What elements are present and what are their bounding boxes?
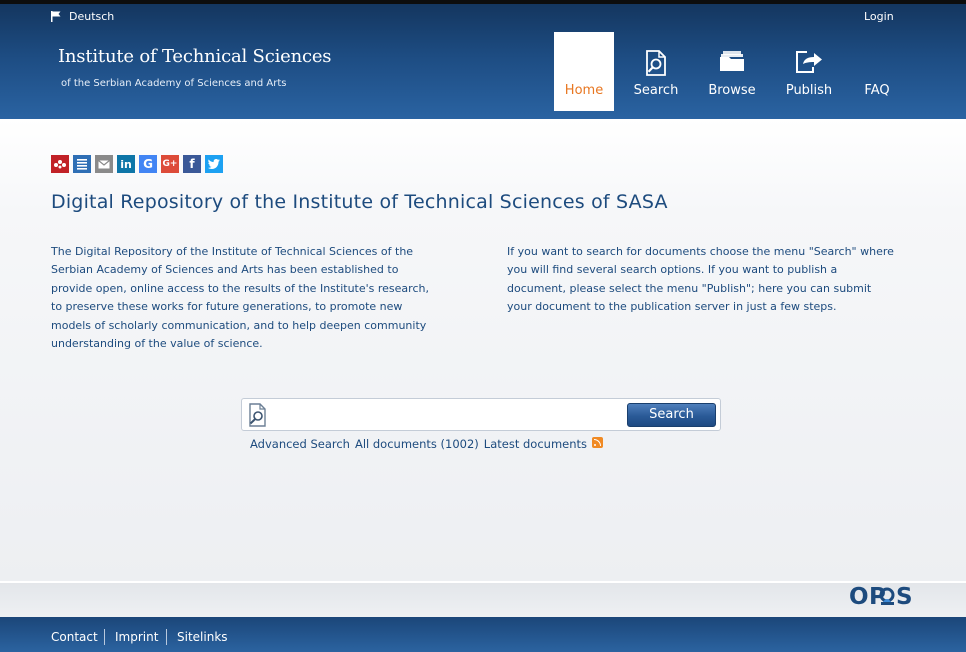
- intro-line: to preserve these works for future gener…: [51, 300, 403, 314]
- search-input[interactable]: [272, 402, 656, 427]
- footer-divider: [166, 629, 167, 645]
- svg-text:S: S: [896, 584, 911, 608]
- footer-band: [0, 581, 966, 617]
- flag-icon: [51, 11, 61, 22]
- site-footer: Contact Imprint Sitelinks: [0, 617, 966, 652]
- mendeley-icon[interactable]: [51, 155, 69, 173]
- contact-link[interactable]: Contact: [51, 630, 98, 644]
- footer-divider: [104, 629, 105, 645]
- folder-icon: [720, 51, 744, 71]
- login-link[interactable]: Login: [864, 10, 894, 23]
- nav-browse[interactable]: Browse: [704, 32, 760, 111]
- intro-line: models of scholarly communication, and t…: [51, 318, 427, 332]
- nav-publish-label: Publish: [785, 83, 833, 98]
- site-subtitle: of the Serbian Academy of Sciences and A…: [61, 78, 287, 89]
- intro-line: Serbian Academy of Sciences and Arts has…: [51, 263, 399, 277]
- search-links: Advanced Search All documents (1002) Lat…: [250, 436, 604, 451]
- site-title[interactable]: Institute of Technical Sciences: [58, 46, 332, 67]
- nav-faq-label: FAQ: [864, 83, 890, 98]
- publish-icon: [796, 51, 822, 73]
- search-document-icon: [249, 403, 266, 427]
- list-icon[interactable]: [73, 155, 91, 173]
- intro-text: The Digital Repository of the Institute …: [51, 243, 461, 353]
- nav-search-label: Search: [633, 83, 679, 98]
- twitter-icon[interactable]: [205, 155, 223, 173]
- opus-logo[interactable]: OP S: [849, 582, 911, 608]
- help-line: If you want to search for documents choo…: [507, 245, 894, 258]
- intro-line: provide open, online access to the resul…: [51, 281, 429, 295]
- linkedin-icon[interactable]: in: [117, 155, 135, 173]
- sitelinks-link[interactable]: Sitelinks: [177, 630, 228, 644]
- nav-publish[interactable]: Publish: [781, 32, 837, 111]
- nav-faq[interactable]: FAQ: [855, 32, 899, 111]
- latest-documents-link[interactable]: Latest documents: [484, 437, 587, 451]
- help-line: document, please select the menu "Publis…: [507, 281, 872, 295]
- intro-line: The Digital Repository of the Institute …: [51, 245, 414, 258]
- search-box: Search: [241, 398, 721, 431]
- all-documents-link[interactable]: All documents (1002): [355, 437, 479, 451]
- nav-browse-label: Browse: [708, 83, 756, 98]
- help-line: your document to the publication server …: [507, 300, 837, 314]
- search-button[interactable]: Search: [627, 403, 716, 427]
- google-icon[interactable]: G: [139, 155, 157, 173]
- help-text: If you want to search for documents choo…: [507, 243, 921, 317]
- email-icon[interactable]: [95, 155, 113, 173]
- search-document-icon: [646, 50, 666, 76]
- nav-search[interactable]: Search: [628, 32, 684, 111]
- facebook-icon[interactable]: f: [183, 155, 201, 173]
- google-plus-icon[interactable]: G+: [161, 155, 179, 173]
- rss-icon[interactable]: [592, 436, 604, 448]
- language-switch[interactable]: Deutsch: [51, 10, 114, 23]
- main-content: in G G+ f Digital Repository of the Inst…: [0, 119, 966, 581]
- imprint-link[interactable]: Imprint: [115, 630, 158, 644]
- help-line: you will find several search options. If…: [507, 263, 838, 277]
- site-header: Deutsch Login Institute of Technical Sci…: [0, 4, 966, 119]
- language-label: Deutsch: [69, 10, 115, 23]
- share-bar: in G G+ f: [51, 155, 223, 173]
- nav-home[interactable]: Home: [554, 32, 614, 111]
- opus-logo-graphic: OP S: [849, 584, 911, 608]
- page-title: Digital Repository of the Institute of T…: [51, 191, 668, 213]
- nav-home-label: Home: [564, 83, 604, 98]
- advanced-search-link[interactable]: Advanced Search: [250, 437, 350, 451]
- intro-line: understanding of the value of science.: [51, 337, 263, 351]
